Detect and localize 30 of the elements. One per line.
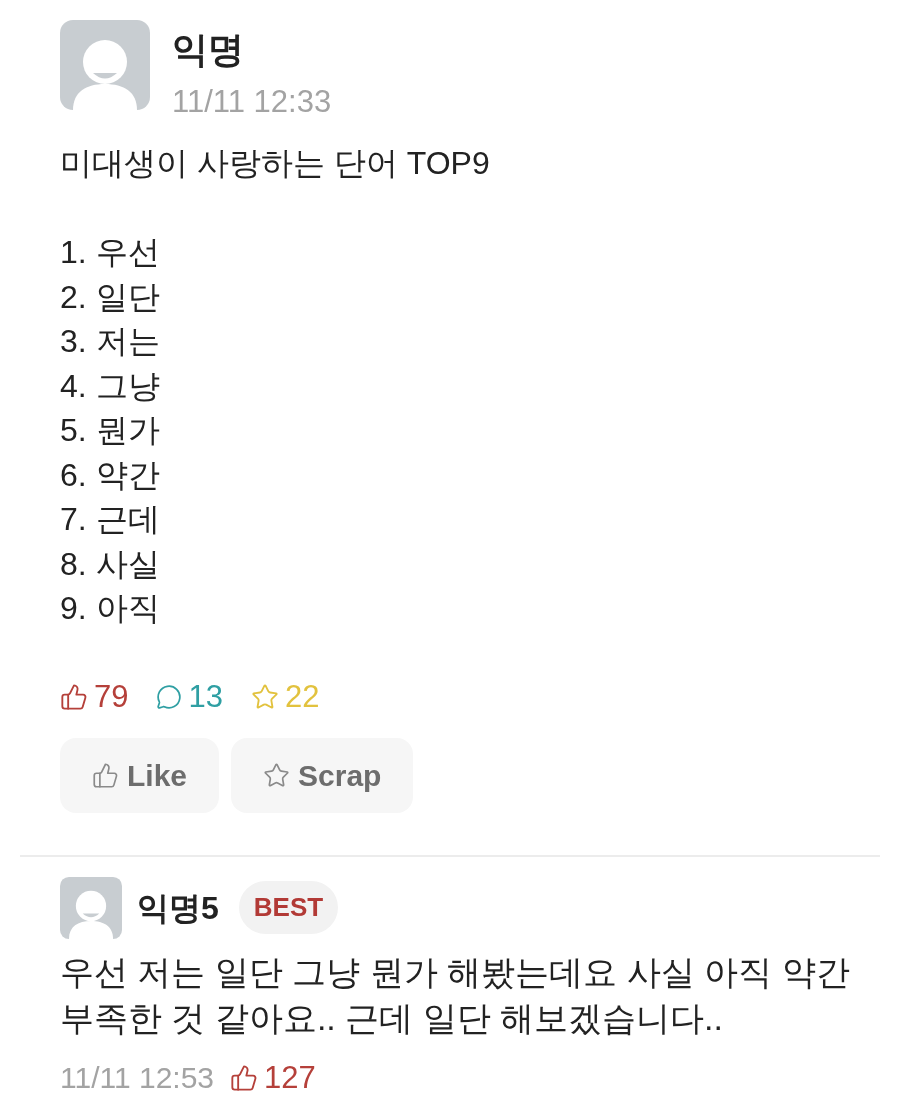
list-item: 8. 사실 [60,544,160,584]
comment-likes: 127 [264,1058,316,1097]
avatar-icon [60,20,150,110]
stat-count: 22 [284,677,320,716]
thumbs-up-icon [230,1063,259,1092]
post-time: 11/11 12:33 [172,83,332,121]
list-item: 5. 뭔가 [60,411,160,450]
list-item: 1. 우선 [60,233,160,272]
thumbs-up-icon [92,761,119,789]
scrap-button[interactable]: Scrap [231,737,414,813]
star-icon [263,761,291,789]
comment-text: 우선 저는 일단 그냥 뭔가 해봤는데요 사실 아직 약간 부족한 것 같아요.. 근데 일단 해보겠습니다.. [60,951,851,1039]
list-item: 2. 일단 [60,277,160,317]
comment-author: 익명5 [137,888,219,928]
star-icon [250,682,279,711]
list-item: 4. 그냥 [60,366,160,406]
post-title: 미대생이 사랑하는 단어 TOP9 [60,144,490,183]
speech-bubble-icon [156,683,183,710]
list-item: 7. 근데 [60,500,160,539]
list-item: 3. 저는 [60,322,160,361]
thumbs-up-icon [60,682,88,711]
best-badge: BEST [238,881,339,934]
list-item: 6. 약간 [60,455,160,495]
comment-time: 11/11 12:53 [60,1059,215,1096]
author-name: 익명 [172,28,245,72]
stat-count: 13 [188,677,223,716]
like-button[interactable]: Like [60,737,220,813]
list-item: 9. 아직 [60,589,160,628]
avatar-icon [60,876,122,939]
stat-count: 79 [94,677,129,716]
